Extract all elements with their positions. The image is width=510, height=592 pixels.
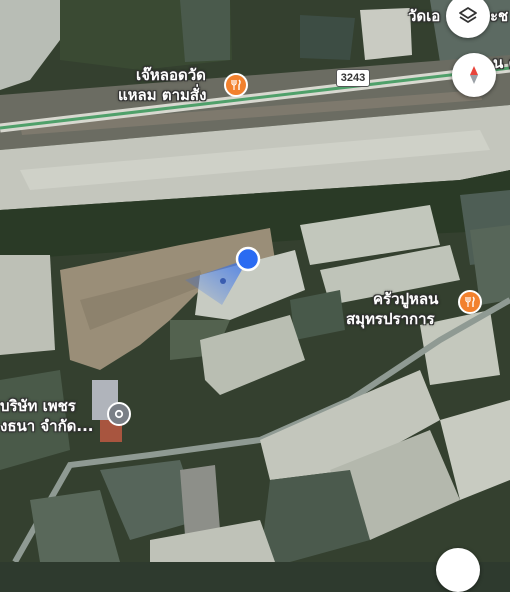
compass-icon — [470, 66, 478, 84]
place-label-fragment: ะช — [490, 7, 509, 25]
place-label-restaurant-2-line2[interactable]: สมุทรปราการ — [346, 310, 435, 329]
location-pin-icon — [114, 409, 124, 419]
pond — [360, 8, 412, 60]
partial-control-button[interactable] — [436, 548, 480, 592]
fork-knife-icon — [465, 296, 475, 307]
current-location-dot[interactable] — [235, 246, 261, 272]
field — [180, 0, 230, 62]
place-label-restaurant-1-line2[interactable]: แหลม ตามสั่ง — [118, 86, 206, 105]
layers-icon — [459, 7, 477, 23]
pond — [300, 15, 355, 60]
place-label-temple[interactable]: วัดเอ — [408, 7, 440, 26]
compass-button[interactable] — [452, 53, 496, 97]
place-label-restaurant-2-line1[interactable]: ครัวปูหลน — [373, 290, 438, 309]
place-pin-company[interactable] — [107, 402, 131, 426]
place-label-company-line1[interactable]: บริษัท เพชร — [0, 397, 76, 416]
place-label-company-line2[interactable]: งธนา จำกัด... — [0, 417, 94, 436]
pond — [0, 255, 55, 355]
fork-knife-icon — [231, 79, 241, 90]
building-cluster — [180, 465, 220, 535]
restaurant-pin-1[interactable] — [224, 73, 248, 97]
place-label-restaurant-1-line1[interactable]: เจ๊หลอดวัด — [136, 66, 206, 85]
restaurant-pin-2[interactable] — [458, 290, 482, 314]
satellite-map[interactable] — [0, 0, 510, 562]
road-shield-3243: 3243 — [336, 69, 370, 87]
